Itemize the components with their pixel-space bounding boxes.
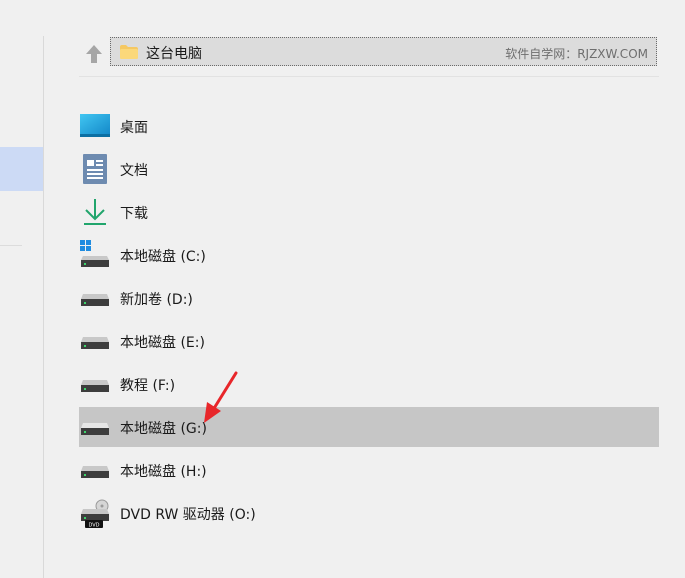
drive-icon	[81, 337, 109, 349]
item-label: 文档	[120, 163, 148, 179]
address-path: 这台电脑	[146, 46, 202, 62]
item-label: 本地磁盘 (E:)	[120, 335, 205, 351]
drive-icon	[81, 466, 109, 478]
list-item-drive-d[interactable]: 新加卷 (D:)	[79, 278, 659, 318]
svg-text:DVD: DVD	[88, 523, 99, 529]
address-bar[interactable]: 这台电脑 软件自学网：RJZXW.COM	[110, 37, 657, 66]
system-drive-icon	[80, 240, 109, 267]
item-label: 本地磁盘 (G:)	[120, 421, 207, 437]
navigation-pane	[0, 0, 43, 578]
drive-icon	[81, 380, 109, 392]
item-label: 本地磁盘 (H:)	[120, 464, 207, 480]
list-item-drive-g[interactable]: 本地磁盘 (G:)	[79, 407, 659, 447]
list-item-drive-h[interactable]: 本地磁盘 (H:)	[79, 450, 659, 490]
downloads-icon	[84, 199, 106, 225]
folder-icon	[120, 45, 138, 59]
item-label: 桌面	[120, 120, 148, 136]
list-item-drive-e[interactable]: 本地磁盘 (E:)	[79, 321, 659, 361]
pane-divider[interactable]	[43, 36, 44, 578]
drive-icon	[81, 423, 109, 435]
item-label: 下载	[120, 206, 148, 222]
item-label: 本地磁盘 (C:)	[120, 249, 206, 265]
drive-icon	[81, 294, 109, 306]
desktop-icon	[80, 114, 110, 137]
nav-selected-item[interactable]	[0, 147, 43, 191]
list-item-downloads[interactable]: 下载	[79, 192, 659, 232]
list-item-desktop[interactable]: 桌面	[79, 106, 659, 146]
list-item-drive-f[interactable]: 教程 (F:)	[79, 364, 659, 404]
header-divider	[79, 76, 659, 77]
item-label: DVD RW 驱动器 (O:)	[120, 507, 256, 523]
nav-separator	[0, 245, 22, 246]
dvd-drive-icon: DVD	[81, 499, 109, 529]
watermark-text: 软件自学网：RJZXW.COM	[505, 47, 648, 61]
list-item-drive-c[interactable]: 本地磁盘 (C:)	[79, 235, 659, 275]
documents-icon	[83, 154, 107, 184]
up-arrow-icon[interactable]	[84, 43, 104, 65]
item-label: 新加卷 (D:)	[120, 292, 193, 308]
list-item-drive-o[interactable]: DVD DVD RW 驱动器 (O:)	[79, 493, 659, 533]
list-item-documents[interactable]: 文档	[79, 149, 659, 189]
item-label: 教程 (F:)	[120, 378, 176, 394]
